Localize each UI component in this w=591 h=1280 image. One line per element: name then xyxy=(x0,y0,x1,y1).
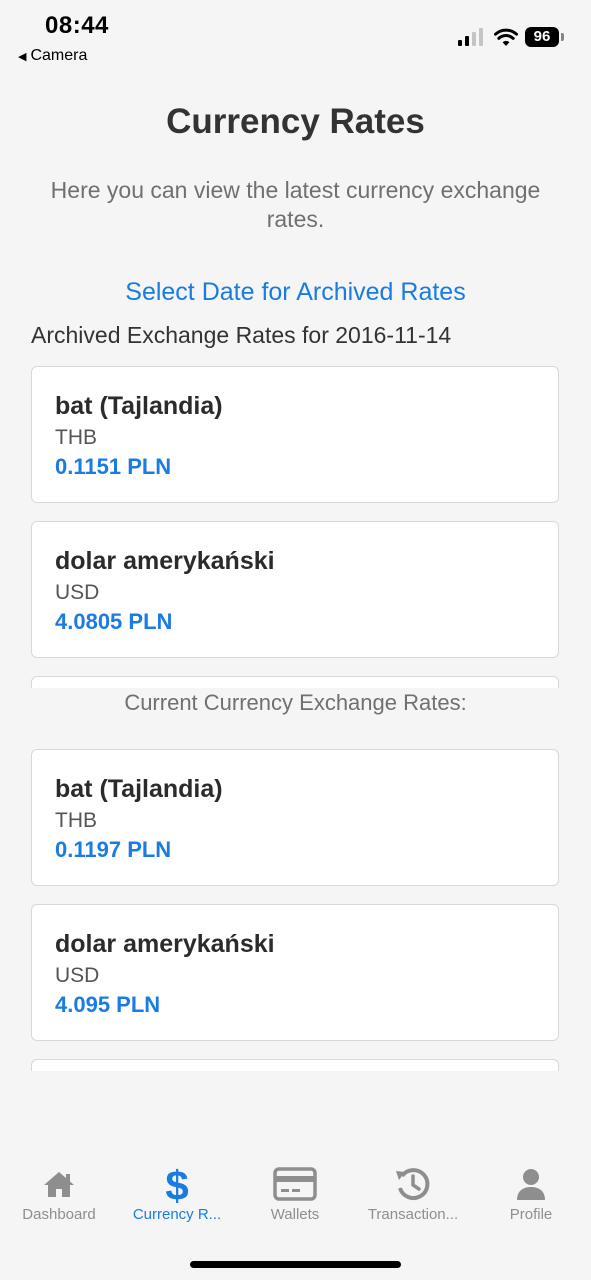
battery-tip xyxy=(561,33,564,41)
home-indicator[interactable] xyxy=(190,1261,401,1268)
currency-code: THB xyxy=(55,809,97,832)
history-icon xyxy=(396,1168,430,1201)
user-icon xyxy=(517,1169,545,1200)
current-rates-list[interactable]: bat (Tajlandia) THB 0.1197 PLN dolar ame… xyxy=(0,743,591,1071)
back-to-app-link[interactable]: ◀ Camera xyxy=(18,47,87,65)
currency-code: USD xyxy=(55,581,100,604)
current-rates-heading: Current Currency Exchange Rates: xyxy=(124,690,467,715)
currency-name: bat (Tajlandia) xyxy=(55,392,223,420)
tab-label: Currency R... xyxy=(132,1206,222,1223)
currency-rate: 4.095 PLN xyxy=(55,992,161,1017)
currency-rate: 0.1197 PLN xyxy=(55,837,172,862)
currency-rate: 0.1151 PLN xyxy=(55,454,172,479)
back-triangle-icon: ◀ xyxy=(18,51,27,63)
wifi-icon xyxy=(494,28,518,46)
currency-code: USD xyxy=(55,964,100,987)
credit-card-icon xyxy=(273,1167,317,1201)
page-title: Currency Rates xyxy=(166,102,425,141)
tab-label: Dashboard xyxy=(22,1206,96,1223)
battery-level: 96 xyxy=(525,27,559,47)
cellular-signal-icon xyxy=(458,28,483,46)
home-icon xyxy=(44,1172,74,1197)
bottom-tab-bar: Dashboard $ Currency R... Wallets Transa… xyxy=(0,1150,591,1240)
tab-profile[interactable]: Profile xyxy=(472,1150,590,1230)
archived-rate-card-partial xyxy=(31,676,559,688)
back-app-label: Camera xyxy=(30,47,88,64)
page-subtitle: Here you can view the latest currency ex… xyxy=(50,177,541,232)
status-bar: 08:44 ◀ Camera 96 xyxy=(0,0,591,70)
currency-rate: 4.0805 PLN xyxy=(55,609,173,634)
tab-currency-rates[interactable]: $ Currency R... xyxy=(118,1150,236,1230)
archived-rates-list[interactable]: bat (Tajlandia) THB 0.1151 PLN dolar ame… xyxy=(0,360,591,688)
currency-name: dolar amerykański xyxy=(55,547,275,575)
tab-label: Profile xyxy=(509,1206,553,1223)
archived-rate-card: bat (Tajlandia) THB 0.1151 PLN xyxy=(31,366,559,503)
battery-indicator: 96 xyxy=(525,27,565,47)
svg-text:$: $ xyxy=(165,1164,188,1204)
currency-code: THB xyxy=(55,426,97,449)
tab-label: Wallets xyxy=(270,1206,320,1223)
current-rate-card: dolar amerykański USD 4.095 PLN xyxy=(31,904,559,1041)
tab-dashboard[interactable]: Dashboard xyxy=(0,1150,118,1230)
tab-transactions[interactable]: Transaction... xyxy=(354,1150,472,1230)
current-rate-card-partial xyxy=(31,1059,559,1071)
currency-name: bat (Tajlandia) xyxy=(55,775,223,803)
status-time: 08:44 xyxy=(45,12,109,39)
currency-name: dolar amerykański xyxy=(55,930,275,958)
dollar-icon: $ xyxy=(165,1164,188,1204)
archived-rates-heading: Archived Exchange Rates for 2016-11-14 xyxy=(31,322,452,348)
select-archive-date-button[interactable]: Select Date for Archived Rates xyxy=(0,278,591,307)
tab-label: Transaction... xyxy=(367,1206,459,1223)
current-rate-card: bat (Tajlandia) THB 0.1197 PLN xyxy=(31,749,559,886)
archived-rate-card: dolar amerykański USD 4.0805 PLN xyxy=(31,521,559,658)
tab-wallets[interactable]: Wallets xyxy=(236,1150,354,1230)
